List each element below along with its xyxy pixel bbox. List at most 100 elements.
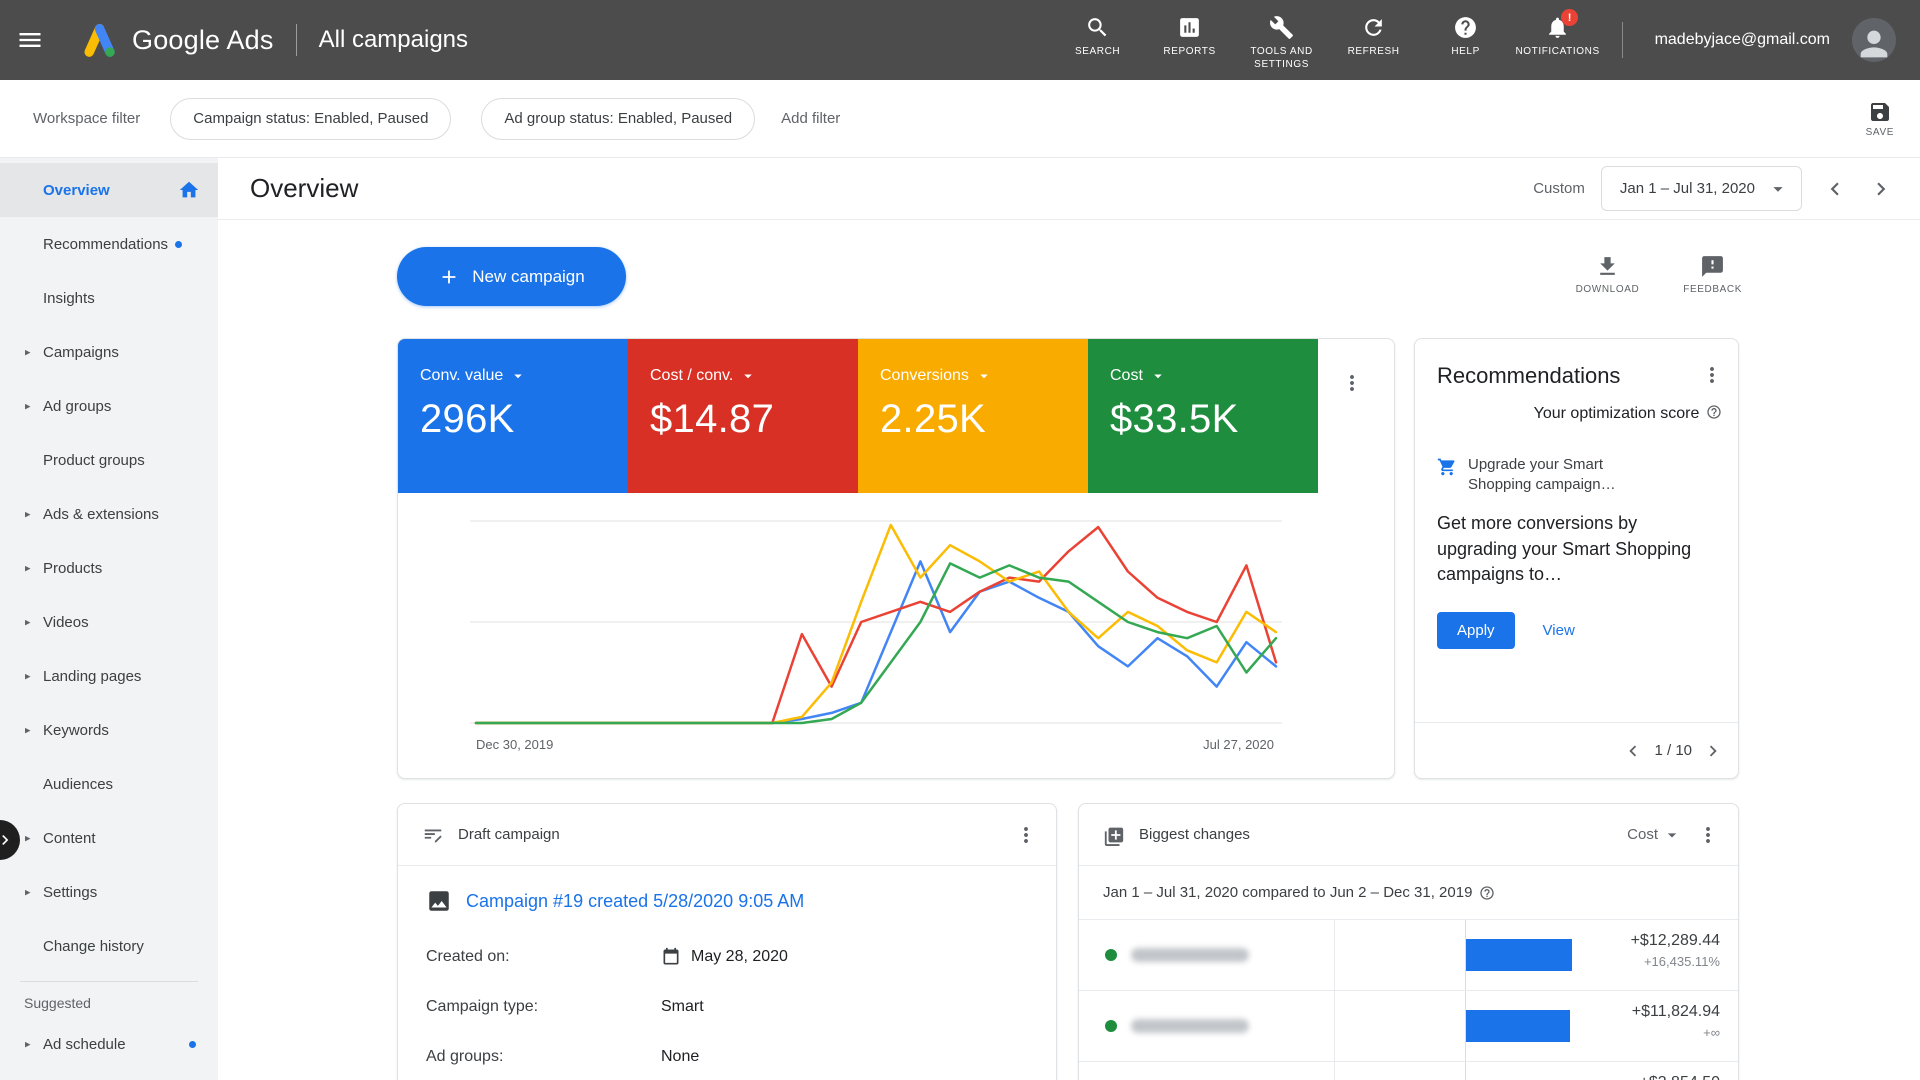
feedback-icon: [1700, 254, 1725, 279]
sidebar-item-ads-extensions[interactable]: ▸ Ads & extensions: [0, 487, 218, 541]
topbar-notifications-button[interactable]: ! NOTIFICATIONS: [1512, 0, 1604, 80]
date-next-button[interactable]: [1868, 176, 1894, 202]
sidebar-item-recommendations[interactable]: Recommendations: [0, 217, 218, 271]
download-icon: [1595, 254, 1620, 279]
draft-row-value: May 28, 2020: [661, 947, 788, 967]
search-icon: [1085, 15, 1110, 40]
sidebar-item-landing-pages[interactable]: ▸ Landing pages: [0, 649, 218, 703]
metric-value: 296K: [420, 397, 515, 441]
expand-arrow-icon: ▸: [25, 832, 31, 845]
topbar-divider: [295, 24, 297, 56]
main-content: New campaign DOWNLOAD FEEDBACK Conv. val…: [218, 220, 1920, 1080]
section-title: All campaigns: [318, 26, 469, 53]
changes-metric-select[interactable]: Cost: [1627, 825, 1682, 845]
help-icon: [1453, 15, 1478, 40]
info-icon[interactable]: [1479, 885, 1495, 901]
sidebar-item-overview[interactable]: Overview: [0, 163, 218, 217]
chart-menu-button[interactable]: [1340, 371, 1364, 395]
biggest-change-row[interactable]: +$11,824.94 +∞: [1079, 990, 1738, 1061]
sidebar-item-keywords[interactable]: ▸ Keywords: [0, 703, 218, 757]
apply-button[interactable]: Apply: [1437, 611, 1515, 649]
sidebar-item-product-groups[interactable]: Product groups: [0, 433, 218, 487]
topbar-search-button[interactable]: SEARCH: [1052, 0, 1144, 80]
sidebar-item-change-history[interactable]: Change history: [0, 919, 218, 973]
date-range-picker[interactable]: Jan 1 – Jul 31, 2020: [1600, 166, 1802, 211]
avatar[interactable]: [1852, 18, 1896, 62]
metric-cost[interactable]: Cost $33.5K: [1088, 339, 1318, 493]
draft-detail-row: Created on: May 28, 2020: [426, 932, 1028, 982]
filter-chip[interactable]: Campaign status: Enabled, Paused: [170, 97, 452, 140]
status-dot: [1105, 949, 1117, 961]
recommendation-item-title: Upgrade your Smart Shopping campaign…: [1468, 455, 1616, 493]
add-filter-button[interactable]: Add filter: [781, 110, 840, 127]
metric-label[interactable]: Cost / conv.: [650, 367, 858, 385]
draft-menu-button[interactable]: [1014, 823, 1038, 847]
changes-card-title: Biggest changes: [1139, 826, 1250, 843]
feedback-button[interactable]: FEEDBACK: [1683, 254, 1742, 295]
plus-icon: [438, 266, 460, 288]
filter-chip[interactable]: Ad group status: Enabled, Paused: [481, 97, 756, 140]
sidebar-item-insights[interactable]: Insights: [0, 271, 218, 325]
sidebar-item-campaigns[interactable]: ▸ Campaigns: [0, 325, 218, 379]
topbar-action-label: SEARCH: [1074, 46, 1121, 57]
date-prev-button[interactable]: [1822, 176, 1848, 202]
info-icon[interactable]: [1706, 404, 1722, 420]
page-header: Overview Custom Jan 1 – Jul 31, 2020: [218, 158, 1920, 220]
metric-conv-value[interactable]: Conv. value 296K: [398, 339, 628, 493]
topbar-actions: SEARCH REPORTS TOOLS AND SETTINGS REFRESH HE…: [1052, 0, 1604, 80]
change-bar: [1466, 1010, 1570, 1042]
new-campaign-button[interactable]: New campaign: [397, 247, 626, 306]
chart-line-conversions: [474, 523, 1278, 725]
sidebar-item-settings[interactable]: ▸ Settings: [0, 865, 218, 919]
workspace-filter-label: Workspace filter: [33, 110, 141, 127]
recommendation-body: Get more conversions by upgrading your S…: [1437, 513, 1692, 585]
rec-prev-button[interactable]: [1622, 740, 1644, 762]
rec-page-indicator: 1 / 10: [1654, 742, 1692, 759]
metric-label[interactable]: Conv. value: [420, 367, 628, 385]
metric-conversions[interactable]: Conversions 2.25K: [858, 339, 1088, 493]
more-vert-icon: [1340, 371, 1364, 395]
metric-cost-conv[interactable]: Cost / conv. $14.87: [628, 339, 858, 493]
biggest-change-row[interactable]: +$12,289.44 +16,435.11%: [1079, 919, 1738, 990]
menu-button[interactable]: [0, 0, 60, 80]
sidebar-item-ad-schedule[interactable]: ▸ Ad schedule: [0, 1017, 218, 1071]
save-button[interactable]: SAVE: [1866, 100, 1894, 138]
home-icon: [178, 179, 200, 201]
sidebar-item-audiences[interactable]: Audiences: [0, 757, 218, 811]
metric-label[interactable]: Conversions: [880, 367, 1088, 385]
caret-down-icon: [739, 367, 757, 385]
draft-campaign-link[interactable]: Campaign #19 created 5/28/2020 9:05 AM: [466, 891, 804, 912]
x-axis-end-label: Jul 27, 2020: [1203, 737, 1274, 752]
sidebar-item-label: Ad schedule: [43, 1035, 126, 1053]
view-button[interactable]: View: [1543, 622, 1575, 639]
topbar-help-button[interactable]: HELP: [1420, 0, 1512, 80]
save-label: SAVE: [1865, 126, 1894, 138]
biggest-change-row[interactable]: +$3,854.50: [1079, 1061, 1738, 1080]
change-bar: [1466, 939, 1572, 971]
changes-menu-button[interactable]: [1696, 823, 1720, 847]
expand-arrow-icon: ▸: [25, 400, 31, 413]
sidebar-item-ad-groups[interactable]: ▸ Ad groups: [0, 379, 218, 433]
topbar-reports-button[interactable]: REPORTS: [1144, 0, 1236, 80]
sidebar-item-videos[interactable]: ▸ Videos: [0, 595, 218, 649]
sidebar-item-products[interactable]: ▸ Products: [0, 541, 218, 595]
sidebar-item-content[interactable]: ▸ Content: [0, 811, 218, 865]
chevron-right-icon: [1868, 176, 1894, 202]
image-icon: [426, 888, 452, 914]
metric-label[interactable]: Cost: [1110, 367, 1318, 385]
rec-next-button[interactable]: [1702, 740, 1724, 762]
topbar-tools-button[interactable]: TOOLS AND SETTINGS: [1236, 0, 1328, 80]
expand-arrow-icon: ▸: [25, 886, 31, 899]
draft-row-label: Ad groups:: [426, 1048, 504, 1065]
topbar-refresh-button[interactable]: REFRESH: [1328, 0, 1420, 80]
sidebar-item-label: Overview: [43, 181, 110, 199]
status-dot: [1105, 1020, 1117, 1032]
recommendations-menu-button[interactable]: [1700, 363, 1724, 387]
date-range-value: Jan 1 – Jul 31, 2020: [1619, 180, 1755, 197]
draft-row-label: Campaign type:: [426, 998, 539, 1015]
draft-row-value: None: [661, 1048, 700, 1065]
download-button[interactable]: DOWNLOAD: [1576, 254, 1640, 295]
sidebar-item-label: Campaigns: [43, 343, 119, 361]
draft-card-title: Draft campaign: [458, 826, 560, 843]
more-vert-icon: [1700, 363, 1724, 387]
